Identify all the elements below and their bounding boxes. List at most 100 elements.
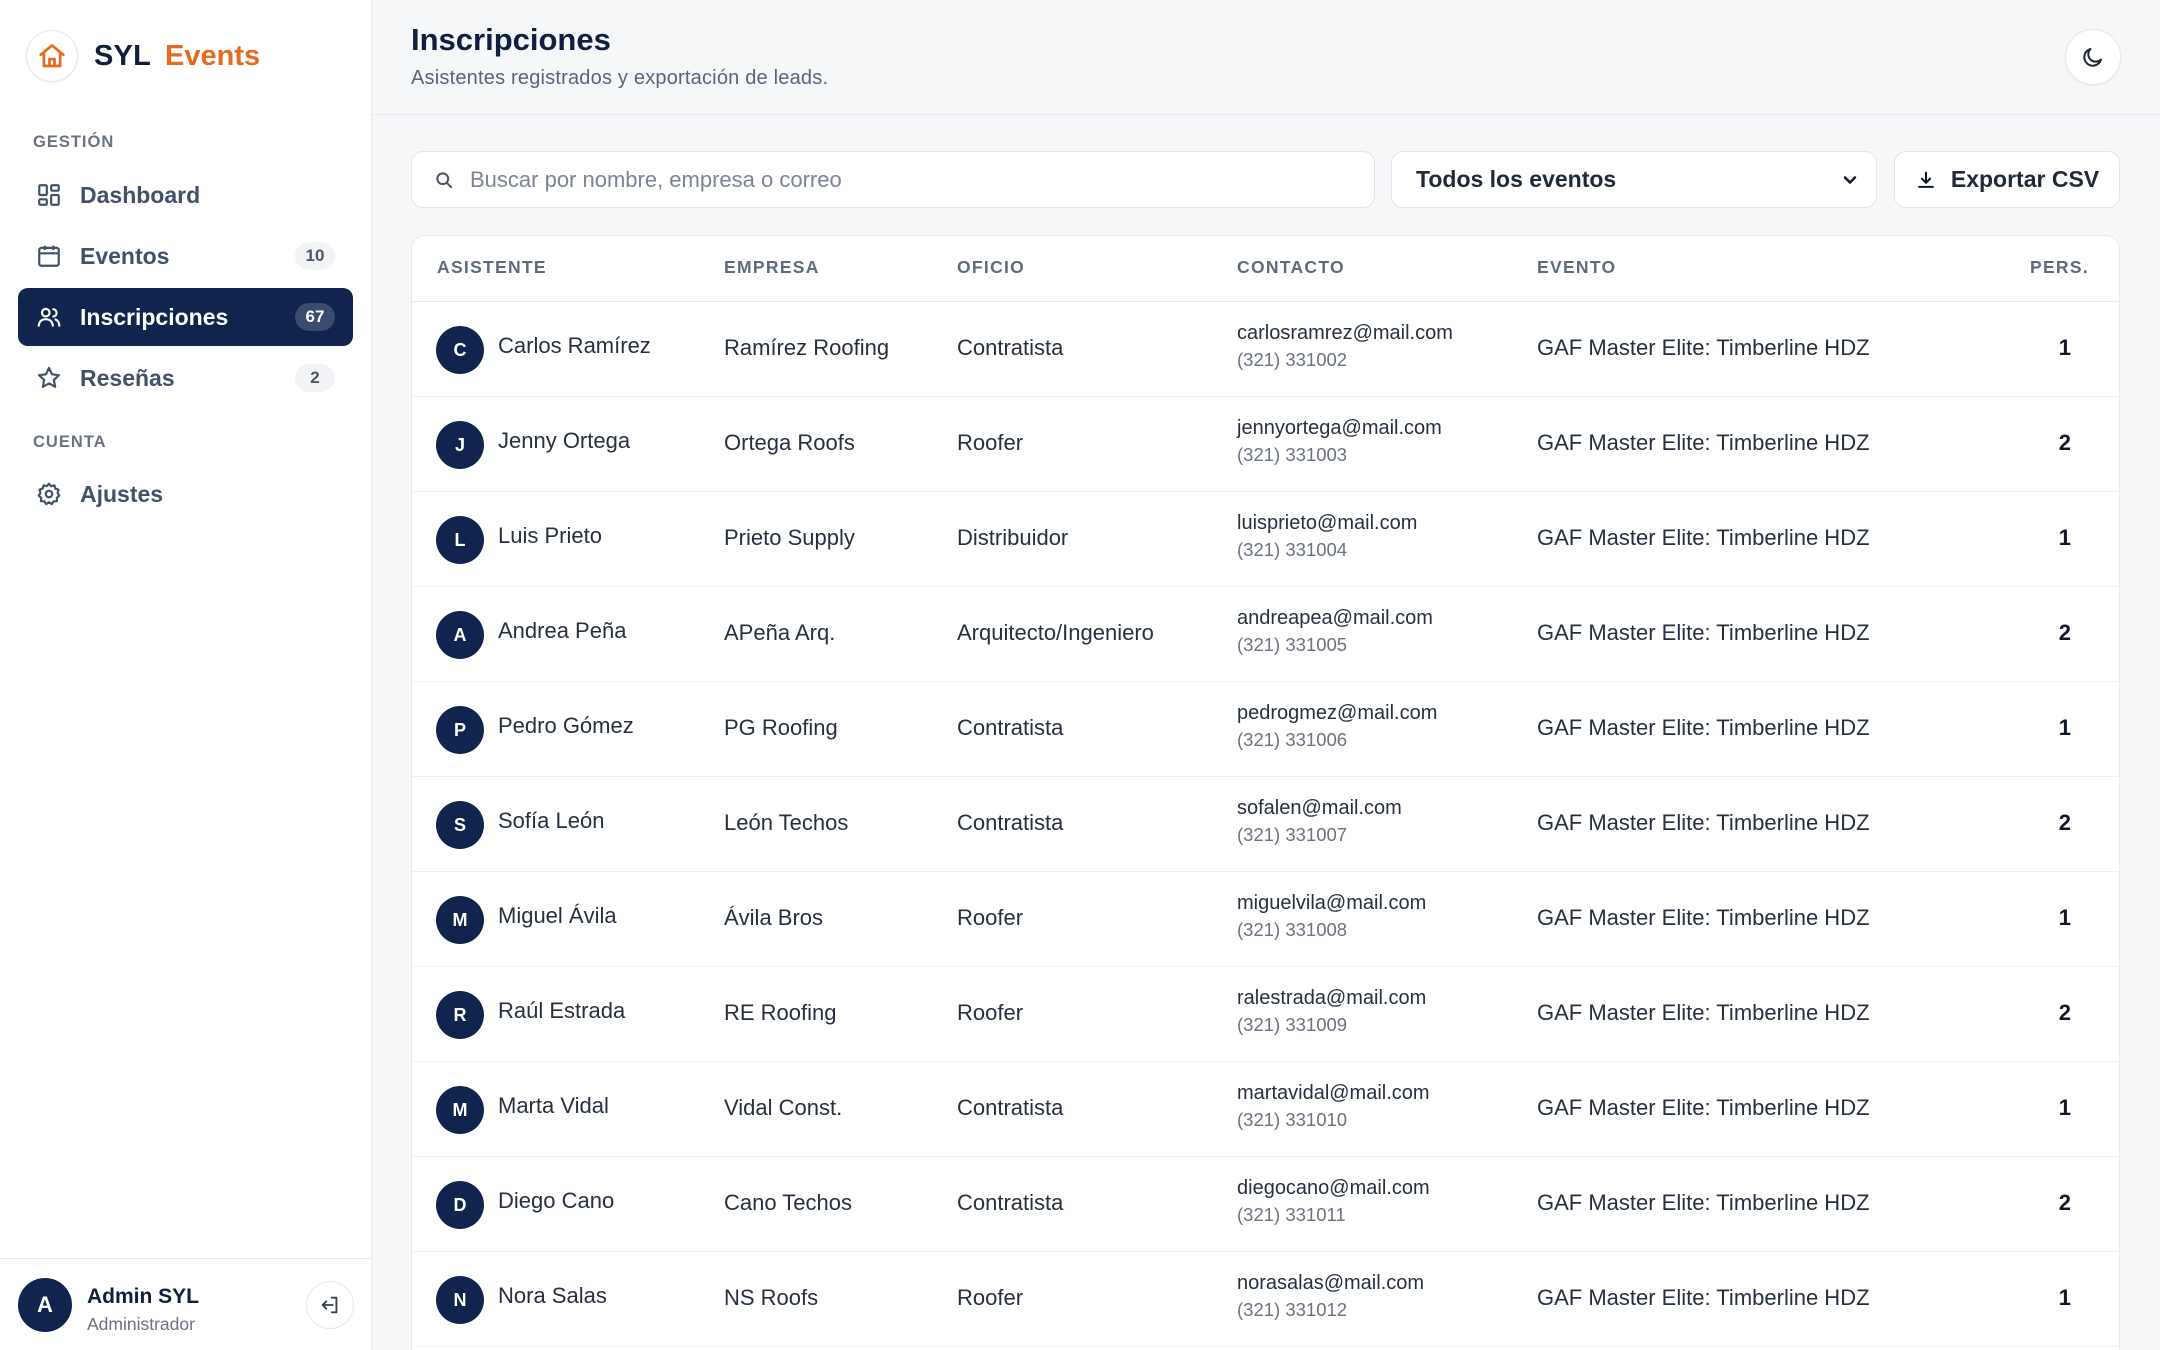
trade: Roofer xyxy=(957,905,1024,930)
email[interactable]: miguelvila@mail.com xyxy=(1237,892,1426,915)
attendee-name: Jenny Ortega xyxy=(498,428,631,453)
attendee-name: Marta Vidal xyxy=(498,1093,609,1118)
event-name: GAF Master Elite: Timberline HDZ xyxy=(1537,810,1870,835)
attendee-name: Sofía León xyxy=(498,808,605,833)
attendee-name: Luis Prieto xyxy=(498,523,602,548)
event-filter-select[interactable]: Todos los eventos xyxy=(1391,151,1877,208)
avatar: A xyxy=(18,1278,72,1332)
phone: (321) 331011 xyxy=(1237,1204,1346,1225)
column-header[interactable]: EVENTO xyxy=(1537,257,1616,278)
person-count: 1 xyxy=(2058,905,2071,930)
email[interactable]: sofalen@mail.com xyxy=(1237,797,1402,820)
email[interactable]: norasalas@mail.com xyxy=(1237,1272,1424,1295)
trade: Contratista xyxy=(957,810,1064,835)
company: NS Roofs xyxy=(724,1285,819,1310)
avatar: P xyxy=(436,706,484,754)
phone: (321) 331010 xyxy=(1237,1109,1348,1130)
trade: Contratista xyxy=(957,1095,1064,1120)
logout-icon xyxy=(321,1296,338,1314)
email[interactable]: martavidal@mail.com xyxy=(1237,1082,1430,1105)
trade: Roofer xyxy=(957,1285,1024,1310)
table-row[interactable]: M Miguel Ávila Ávila Bros Roofer miguelv… xyxy=(412,872,2119,967)
user-role: Administrador xyxy=(87,1314,195,1334)
event-name: GAF Master Elite: Timberline HDZ xyxy=(1537,1095,1870,1120)
sidebar-item-inscripciones[interactable]: Inscripciones 67 xyxy=(18,288,353,346)
sidebar-item-label: Reseñas xyxy=(80,364,175,391)
column-header[interactable]: EMPRESA xyxy=(724,257,820,278)
sidebar-item-dashboard[interactable]: Dashboard xyxy=(18,166,353,224)
logout-button[interactable] xyxy=(306,1281,354,1329)
brand[interactable]: SYL Events xyxy=(26,30,260,82)
email[interactable]: luisprieto@mail.com xyxy=(1237,512,1417,535)
company: Vidal Const. xyxy=(724,1095,843,1120)
event-name: GAF Master Elite: Timberline HDZ xyxy=(1537,1285,1870,1310)
gear-icon xyxy=(34,479,64,509)
column-header[interactable]: CONTACTO xyxy=(1237,257,1345,278)
company: Prieto Supply xyxy=(724,525,855,550)
person-count: 1 xyxy=(2058,715,2071,740)
search-icon xyxy=(436,171,453,188)
sidebar-item-eventos[interactable]: Eventos 10 xyxy=(18,227,353,285)
person-count: 1 xyxy=(2058,525,2071,550)
attendee-name: Carlos Ramírez xyxy=(498,333,651,358)
person-count: 2 xyxy=(2058,1000,2071,1025)
table-row[interactable]: J Jenny Ortega Ortega Roofs Roofer jenny… xyxy=(412,397,2119,492)
email[interactable]: pedrogmez@mail.com xyxy=(1237,702,1437,725)
event-name: GAF Master Elite: Timberline HDZ xyxy=(1537,335,1870,360)
export-csv-button[interactable]: Exportar CSV xyxy=(1894,151,2120,208)
table-row[interactable]: S Sofía León León Techos Contratista sof… xyxy=(412,777,2119,872)
phone: (321) 331006 xyxy=(1237,729,1348,750)
home-logo-icon xyxy=(26,30,78,82)
search-input[interactable] xyxy=(470,166,1350,193)
person-count: 1 xyxy=(2058,335,2071,360)
attendee-name: Miguel Ávila xyxy=(498,903,617,928)
table-row[interactable]: N Nora Salas NS Roofs Roofer norasalas@m… xyxy=(412,1252,2119,1347)
search-box[interactable] xyxy=(411,151,1375,208)
person-count: 2 xyxy=(2058,1190,2071,1215)
person-count: 2 xyxy=(2058,810,2071,835)
trade: Roofer xyxy=(957,1000,1024,1025)
email[interactable]: diegocano@mail.com xyxy=(1237,1177,1430,1200)
column-header[interactable]: PERS. xyxy=(2030,257,2089,278)
table-row[interactable]: P Pedro Gómez PG Roofing Contratista ped… xyxy=(412,682,2119,777)
event-name: GAF Master Elite: Timberline HDZ xyxy=(1537,1000,1870,1025)
table-row[interactable]: L Luis Prieto Prieto Supply Distribuidor… xyxy=(412,492,2119,587)
phone: (321) 331008 xyxy=(1237,919,1348,940)
export-label: Exportar CSV xyxy=(1950,166,2100,192)
count-badge: 67 xyxy=(295,303,335,331)
table-header: ASISTENTE EMPRESA OFICIO CONTACTO EVENTO… xyxy=(412,236,2119,302)
email[interactable]: jennyortega@mail.com xyxy=(1237,417,1442,440)
company: Ávila Bros xyxy=(724,905,824,930)
person-count: 1 xyxy=(2058,1285,2071,1310)
phone: (321) 331004 xyxy=(1237,539,1348,560)
registrations-table: ASISTENTE EMPRESA OFICIO CONTACTO EVENTO… xyxy=(411,235,2120,1350)
event-name: GAF Master Elite: Timberline HDZ xyxy=(1537,905,1870,930)
theme-toggle-button[interactable] xyxy=(2065,29,2121,85)
trade: Distribuidor xyxy=(957,525,1069,550)
email[interactable]: ralestrada@mail.com xyxy=(1237,987,1426,1010)
email[interactable]: carlosramrez@mail.com xyxy=(1237,322,1453,345)
table-row[interactable]: D Diego Cano Cano Techos Contratista die… xyxy=(412,1157,2119,1252)
user-name: Admin SYL xyxy=(87,1285,200,1308)
table-row[interactable]: C Carlos Ramírez Ramírez Roofing Contrat… xyxy=(412,302,2119,397)
column-header[interactable]: ASISTENTE xyxy=(437,257,547,278)
table-row[interactable]: R Raúl Estrada RE Roofing Roofer ralestr… xyxy=(412,967,2119,1062)
table-row[interactable]: M Marta Vidal Vidal Const. Contratista m… xyxy=(412,1062,2119,1157)
table-row[interactable]: A Andrea Peña APeña Arq. Arquitecto/Inge… xyxy=(412,587,2119,682)
trade: Arquitecto/Ingeniero xyxy=(957,620,1154,645)
attendee-name: Diego Cano xyxy=(498,1188,615,1213)
company: Ortega Roofs xyxy=(724,430,855,455)
avatar: C xyxy=(436,326,484,374)
calendar-icon xyxy=(34,241,64,271)
event-name: GAF Master Elite: Timberline HDZ xyxy=(1537,1190,1870,1215)
column-header[interactable]: OFICIO xyxy=(957,257,1025,278)
brand-name: SYL xyxy=(94,39,151,72)
email[interactable]: andreapea@mail.com xyxy=(1237,607,1433,630)
avatar: A xyxy=(436,611,484,659)
sidebar-item-ajustes[interactable]: Ajustes xyxy=(18,465,353,523)
avatar: M xyxy=(436,896,484,944)
section-label-gestion: GESTIÓN xyxy=(33,133,115,151)
sidebar-item-resenas[interactable]: Reseñas 2 xyxy=(18,349,353,407)
avatar: S xyxy=(436,801,484,849)
page-title: Inscripciones xyxy=(411,22,611,57)
